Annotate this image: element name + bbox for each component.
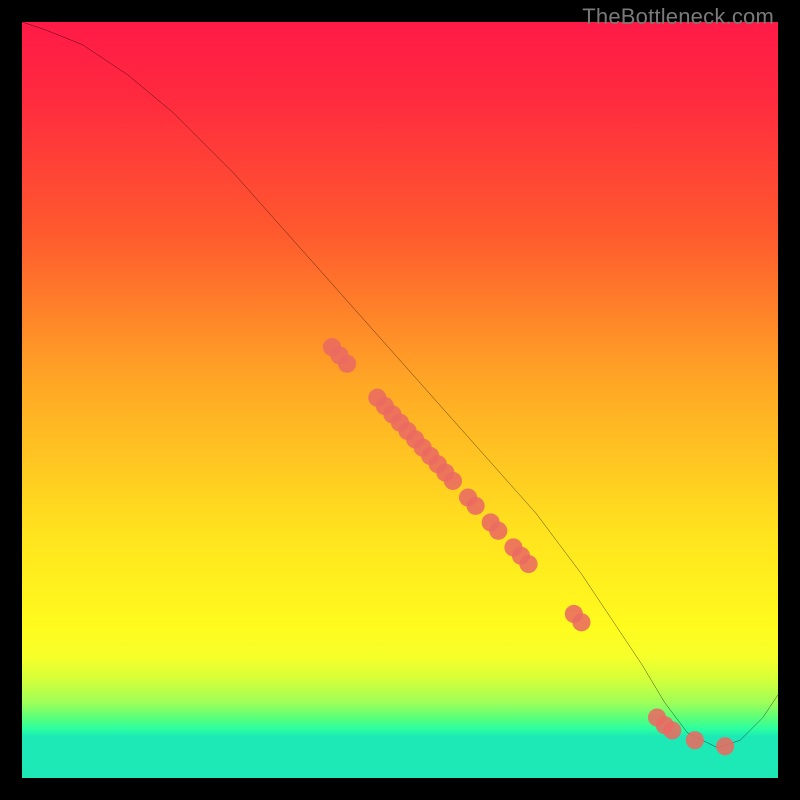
curve-layer (22, 22, 778, 778)
data-point (338, 355, 356, 373)
data-point (444, 472, 462, 490)
data-point (467, 497, 485, 515)
chart-frame: TheBottleneck.com (0, 0, 800, 800)
data-point (686, 731, 704, 749)
watermark-text: TheBottleneck.com (582, 4, 774, 30)
data-point (716, 737, 734, 755)
scatter-dots (323, 338, 734, 755)
data-point (519, 555, 537, 573)
data-point (489, 522, 507, 540)
data-point (663, 721, 681, 739)
bottleneck-curve (22, 22, 778, 748)
data-point (572, 613, 590, 631)
plot-area (22, 22, 778, 778)
